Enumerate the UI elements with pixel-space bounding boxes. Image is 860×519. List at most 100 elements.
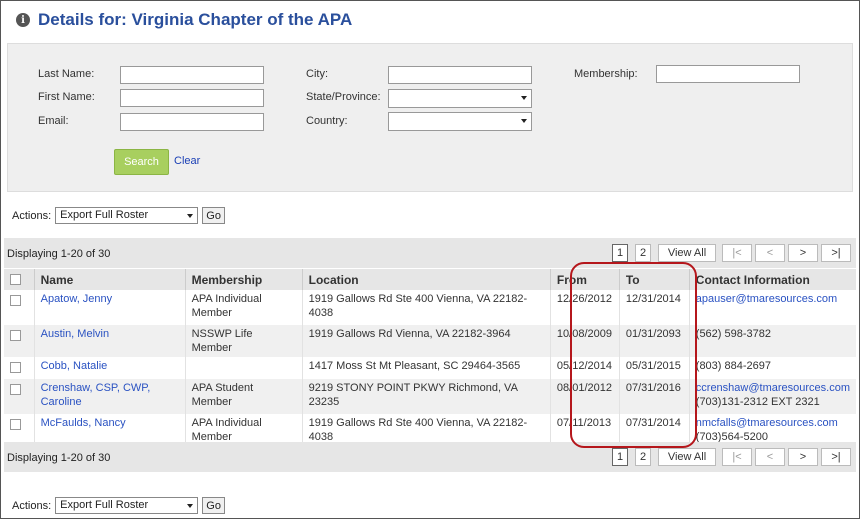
display-count: Displaying 1-20 of 30 bbox=[7, 452, 111, 464]
page-1-button[interactable]: 1 bbox=[612, 448, 628, 466]
contact-email-link[interactable]: nmcfalls@tmaresources.com bbox=[696, 416, 850, 430]
view-all-button[interactable]: View All bbox=[658, 244, 716, 262]
prev-page-button[interactable]: < bbox=[755, 448, 785, 466]
actions-bar-top: Actions: Export Full Roster Go bbox=[12, 207, 226, 224]
page-2-button[interactable]: 2 bbox=[635, 448, 651, 466]
first-page-button[interactable]: |< bbox=[722, 448, 752, 466]
chevron-down-icon bbox=[187, 504, 194, 508]
row-checkbox-cell bbox=[4, 357, 34, 379]
actions-select-value: Export Full Roster bbox=[60, 209, 149, 221]
row-location: 1417 Moss St Mt Pleasant, SC 29464-3565 bbox=[301, 357, 551, 379]
contact-email-link[interactable]: ccrenshaw@tmaresources.com bbox=[696, 381, 850, 395]
contact-phone: (562) 598-3782 bbox=[695, 328, 772, 340]
actions-select[interactable]: Export Full Roster bbox=[55, 497, 199, 514]
select-all-checkbox[interactable] bbox=[10, 274, 21, 285]
state-select[interactable] bbox=[388, 89, 532, 108]
page-title: Details for: Virginia Chapter of the APA bbox=[38, 10, 353, 29]
chevron-down-icon bbox=[521, 96, 527, 100]
select-all-header bbox=[4, 269, 35, 290]
go-button[interactable]: Go bbox=[202, 497, 226, 514]
next-page-button[interactable]: > bbox=[788, 244, 818, 262]
row-contact: (562) 598-3782 bbox=[688, 325, 856, 357]
row-checkbox-cell bbox=[4, 325, 35, 357]
row-contact: apauser@tmaresources.com bbox=[688, 290, 856, 325]
next-page-button[interactable]: > bbox=[788, 448, 818, 466]
row-checkbox[interactable] bbox=[10, 362, 21, 373]
actions-label: Actions: bbox=[12, 499, 52, 512]
email-label: Email: bbox=[38, 115, 69, 127]
contact-phone: (703)131-2312 EXT 2321 bbox=[695, 396, 820, 408]
row-location: 1919 Gallows Rd Ste 400 Vienna, VA 22182… bbox=[301, 290, 551, 325]
row-checkbox-cell bbox=[4, 290, 34, 325]
actions-bar-bottom: Actions: Export Full Roster Go bbox=[12, 497, 226, 514]
row-contact: (803) 884-2697 bbox=[688, 357, 856, 379]
page-2-button[interactable]: 2 bbox=[635, 244, 651, 262]
row-checkbox[interactable] bbox=[10, 330, 21, 341]
row-checkbox[interactable] bbox=[10, 384, 21, 395]
first-page-button[interactable]: |< bbox=[722, 244, 752, 262]
page-header: i Details for: Virginia Chapter of the A… bbox=[16, 10, 352, 30]
first-name-input[interactable] bbox=[120, 89, 264, 107]
contact-email-link[interactable]: apauser@tmaresources.com bbox=[696, 292, 850, 306]
last-name-input[interactable] bbox=[120, 66, 264, 84]
header-membership[interactable]: Membership bbox=[184, 269, 303, 290]
row-checkbox[interactable] bbox=[10, 419, 21, 430]
page-1-button[interactable]: 1 bbox=[612, 244, 628, 262]
clear-link[interactable]: Clear bbox=[174, 155, 200, 167]
city-input[interactable] bbox=[388, 66, 532, 84]
membership-input[interactable] bbox=[656, 65, 800, 83]
member-name-link[interactable]: Crenshaw, CSP, CWP, Caroline bbox=[41, 382, 151, 408]
table-header-row: Name Membership Location From To Contact… bbox=[4, 269, 856, 290]
go-button[interactable]: Go bbox=[202, 207, 226, 224]
view-all-button[interactable]: View All bbox=[658, 448, 716, 466]
row-name: Cobb, Natalie bbox=[33, 357, 186, 379]
header-contact[interactable]: Contact Information bbox=[688, 269, 856, 290]
row-location: 1919 Gallows Rd Vienna, VA 22182-3964 bbox=[301, 325, 551, 357]
search-panel: Last Name: First Name: Email: City: Stat… bbox=[7, 43, 853, 192]
header-location[interactable]: Location bbox=[301, 269, 551, 290]
table-row: Crenshaw, CSP, CWP, Caroline APA Student… bbox=[4, 379, 856, 414]
table-row: Cobb, Natalie 1417 Moss St Mt Pleasant, … bbox=[4, 357, 856, 379]
row-membership bbox=[184, 357, 303, 379]
row-name: Crenshaw, CSP, CWP, Caroline bbox=[33, 379, 186, 414]
row-contact: ccrenshaw@tmaresources.com (703)131-2312 … bbox=[688, 379, 856, 414]
row-checkbox[interactable] bbox=[10, 295, 21, 306]
pager-top: Displaying 1-20 of 30 1 2 View All |< < … bbox=[4, 238, 856, 268]
membership-label: Membership: bbox=[574, 68, 638, 80]
state-label: State/Province: bbox=[306, 91, 381, 103]
table-row: Austin, Melvin NSSWP Life Member 1919 Ga… bbox=[4, 325, 856, 357]
row-checkbox-cell bbox=[4, 379, 35, 414]
roster-table: Name Membership Location From To Contact… bbox=[4, 269, 856, 449]
last-page-button[interactable]: >| bbox=[821, 448, 851, 466]
row-location: 9219 STONY POINT PKWY Richmond, VA 23235 bbox=[301, 379, 551, 414]
info-icon: i bbox=[16, 13, 30, 27]
first-name-label: First Name: bbox=[38, 91, 95, 103]
country-label: Country: bbox=[306, 115, 348, 127]
row-name: Austin, Melvin bbox=[33, 325, 186, 357]
display-count: Displaying 1-20 of 30 bbox=[7, 248, 111, 260]
from-to-highlight bbox=[570, 262, 697, 448]
last-name-label: Last Name: bbox=[38, 68, 95, 80]
chevron-down-icon bbox=[187, 214, 194, 218]
row-membership: APA Student Member bbox=[184, 379, 303, 414]
actions-select-value: Export Full Roster bbox=[60, 499, 149, 511]
search-button[interactable]: Search bbox=[114, 149, 169, 175]
header-name[interactable]: Name bbox=[33, 269, 186, 290]
city-label: City: bbox=[306, 68, 328, 80]
last-page-button[interactable]: >| bbox=[821, 244, 851, 262]
pager-bottom: Displaying 1-20 of 30 1 2 View All |< < … bbox=[4, 442, 856, 472]
actions-select[interactable]: Export Full Roster bbox=[55, 207, 199, 224]
row-membership: APA Individual Member bbox=[184, 290, 303, 325]
email-input[interactable] bbox=[120, 113, 264, 131]
contact-phone: (803) 884-2697 bbox=[695, 360, 772, 372]
actions-label: Actions: bbox=[12, 209, 52, 222]
table-row: Apatow, Jenny APA Individual Member 1919… bbox=[4, 290, 856, 325]
member-name-link[interactable]: Austin, Melvin bbox=[41, 328, 109, 340]
member-name-link[interactable]: Apatow, Jenny bbox=[41, 293, 113, 305]
chevron-down-icon bbox=[521, 119, 527, 123]
country-select[interactable] bbox=[388, 112, 532, 131]
member-name-link[interactable]: Cobb, Natalie bbox=[41, 360, 108, 372]
row-name: Apatow, Jenny bbox=[33, 290, 186, 325]
member-name-link[interactable]: McFaulds, Nancy bbox=[41, 417, 126, 429]
prev-page-button[interactable]: < bbox=[755, 244, 785, 262]
